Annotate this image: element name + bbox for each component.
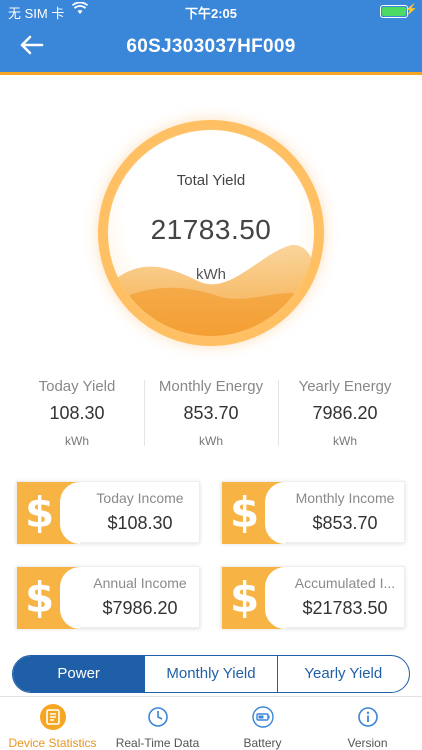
total-yield-gauge: Total Yield 21783.50 kWh (98, 120, 324, 346)
tab-label: Real-Time Data (115, 736, 200, 750)
stat-title: Monthly Energy (158, 378, 264, 395)
dollar-icon: $ (222, 482, 285, 544)
tab-bar: Device Statistics Real-Time Data Battery… (0, 696, 422, 750)
header-accent-line (0, 72, 422, 75)
tab-label: Device Statistics (8, 736, 97, 750)
income-title: Annual Income (93, 575, 187, 591)
tab-real-time-data[interactable]: Real-Time Data (105, 697, 210, 750)
stat-unit: kWh (65, 434, 89, 448)
segment-monthly-yield[interactable]: Monthly Yield (144, 656, 276, 692)
dollar-icon: $ (17, 567, 80, 629)
stat-title: Yearly Energy (298, 378, 392, 395)
dollar-icon: $ (222, 567, 285, 629)
charging-icon: ⚡ (404, 4, 418, 16)
gauge-value: 21783.50 (150, 214, 272, 245)
header-bar: 无 SIM 卡 下午2:05 ⚡ 60SJ303037HF009 (0, 0, 422, 75)
tab-device-statistics[interactable]: Device Statistics (0, 697, 105, 750)
stat-unit: kWh (199, 434, 223, 448)
page-title: 60SJ303037HF009 (126, 36, 296, 57)
income-title: Accumulated I... (294, 575, 396, 591)
gauge-unit: kWh (196, 266, 226, 283)
income-card-monthly[interactable]: $ Monthly Income $853.70 (221, 481, 405, 544)
stat-value: 108.30 (49, 403, 105, 423)
income-card-today[interactable]: $ Today Income $108.30 (16, 481, 200, 544)
chart-type-segmented-control: Power Monthly Yield Yearly Yield (12, 655, 410, 693)
income-card-accumulated[interactable]: $ Accumulated I... $21783.50 (221, 566, 405, 629)
tab-version[interactable]: Version (315, 697, 420, 750)
stat-yearly-energy: Yearly Energy 7986.20 kWh (278, 378, 412, 448)
clock-icon (145, 704, 171, 730)
income-value: $21783.50 (302, 598, 388, 618)
stat-value: 7986.20 (312, 403, 378, 423)
tab-label: Version (347, 736, 388, 750)
income-card-annual[interactable]: $ Annual Income $7986.20 (16, 566, 200, 629)
stat-value: 853.70 (183, 403, 239, 423)
stat-title: Today Yield (38, 378, 116, 395)
income-value: $7986.20 (102, 598, 178, 618)
energy-stats: Today Yield 108.30 kWh Monthly Energy 85… (0, 378, 422, 450)
stat-unit: kWh (333, 434, 357, 448)
battery-icon (250, 704, 276, 730)
statistics-icon (40, 704, 66, 730)
income-value: $853.70 (312, 513, 378, 533)
income-title: Monthly Income (295, 490, 395, 506)
tab-label: Battery (243, 736, 282, 750)
segment-power[interactable]: Power (13, 656, 145, 692)
income-title: Today Income (96, 490, 184, 506)
dollar-icon: $ (17, 482, 80, 544)
tab-battery[interactable]: Battery (210, 697, 315, 750)
gauge-label: Total Yield (176, 172, 246, 189)
status-bar: 无 SIM 卡 下午2:05 ⚡ (0, 0, 422, 22)
income-value: $108.30 (107, 513, 173, 533)
info-icon (355, 704, 381, 730)
stat-today-yield: Today Yield 108.30 kWh (10, 378, 144, 448)
stat-monthly-energy: Monthly Energy 853.70 kWh (144, 378, 278, 448)
segment-yearly-yield[interactable]: Yearly Yield (276, 656, 409, 692)
status-time: 下午2:05 (184, 6, 238, 21)
